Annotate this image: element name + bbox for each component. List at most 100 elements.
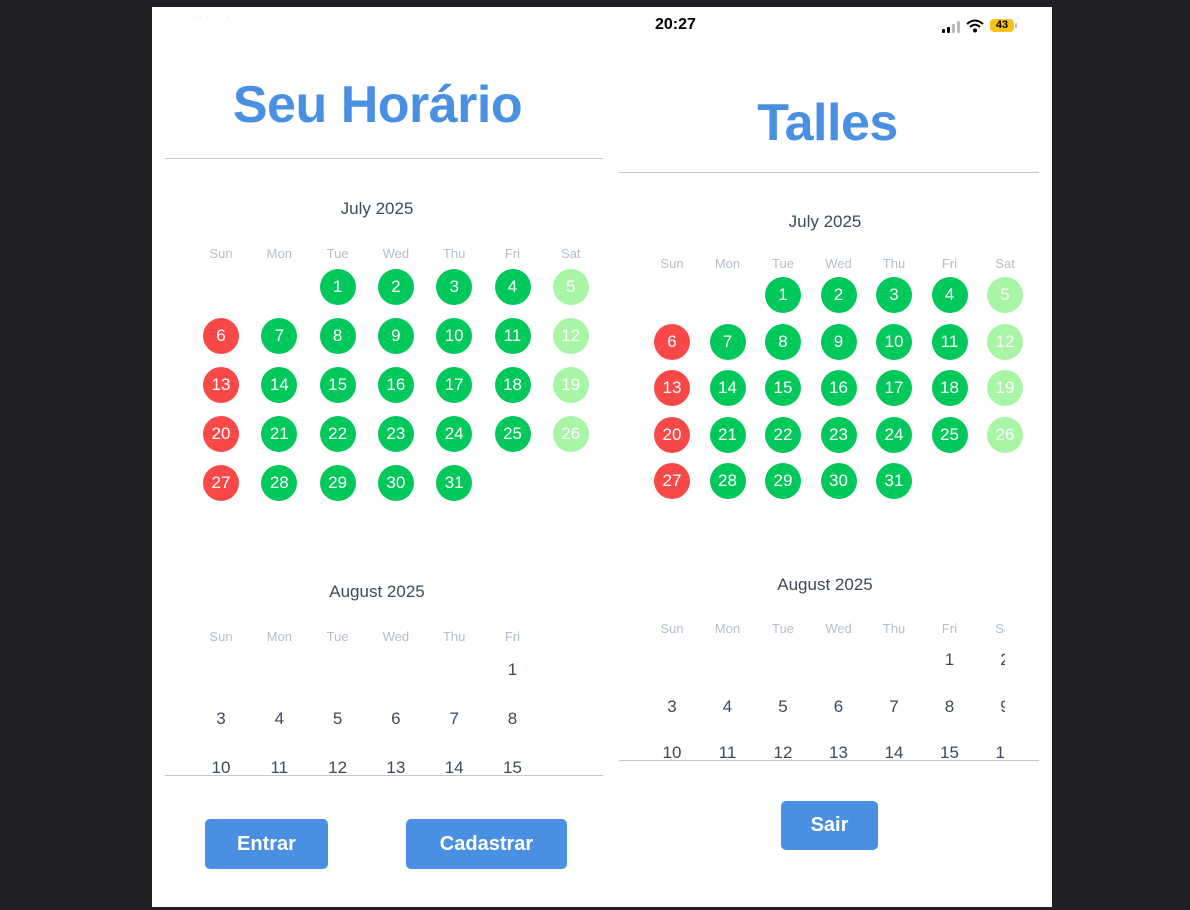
day-10[interactable]: 10 [876,323,912,360]
day-29[interactable]: 29 [765,463,801,500]
register-button[interactable]: Cadastrar [406,819,567,869]
day-4[interactable]: 4 [710,689,746,725]
day-1[interactable]: 1 [932,642,968,678]
day-17[interactable]: 17 [876,370,912,407]
day-27[interactable]: 27 [203,465,239,501]
day-2[interactable]: 2 [820,277,857,313]
day-9[interactable]: 9 [553,701,562,737]
day-28[interactable]: 28 [709,463,746,500]
day-3[interactable]: 3 [436,269,473,305]
day-9[interactable]: 9 [987,689,1005,725]
day-7[interactable]: 7 [261,318,298,354]
day-15[interactable]: 15 [765,370,801,407]
day-5[interactable]: 5 [320,701,356,737]
day-14[interactable]: 14 [876,735,912,760]
day-30[interactable]: 30 [820,463,857,500]
day-12[interactable]: 12 [987,323,1023,360]
day-8[interactable]: 8 [932,689,968,725]
day-16[interactable]: 16 [553,750,562,774]
weekday-label: Sun [660,256,684,271]
day-11[interactable]: 11 [261,750,297,774]
day-11[interactable]: 11 [494,318,531,354]
day-16[interactable]: 16 [377,367,414,403]
day-30[interactable]: 30 [377,465,414,501]
day-4[interactable]: 4 [261,701,297,737]
day-12[interactable]: 12 [765,735,801,760]
day-22[interactable]: 22 [319,416,356,452]
day-4[interactable]: 4 [494,269,531,305]
day-23[interactable]: 23 [820,416,857,453]
day-1[interactable]: 1 [319,269,356,305]
day-21[interactable]: 21 [261,416,298,452]
day-4[interactable]: 4 [931,277,968,313]
day-15[interactable]: 15 [932,735,968,760]
day-9[interactable]: 9 [377,318,414,354]
day-25[interactable]: 25 [494,416,531,452]
day-18[interactable]: 18 [931,370,968,407]
day-15[interactable]: 15 [495,750,531,774]
day-19[interactable]: 19 [987,370,1023,407]
day-5[interactable]: 5 [765,689,801,725]
day-3[interactable]: 3 [876,277,912,313]
day-2[interactable]: 2 [987,642,1005,678]
day-21[interactable]: 21 [709,416,746,453]
day-31[interactable]: 31 [436,465,473,501]
day-14[interactable]: 14 [261,367,298,403]
day-12[interactable]: 12 [320,750,356,774]
day-3[interactable]: 3 [203,701,239,737]
day-5[interactable]: 5 [552,269,589,305]
day-16[interactable]: 16 [820,370,857,407]
day-13[interactable]: 13 [203,367,239,403]
day-7[interactable]: 7 [709,323,746,360]
weekday-label: Wed [382,629,410,644]
day-11[interactable]: 11 [931,323,968,360]
day-19[interactable]: 19 [552,367,589,403]
day-14[interactable]: 14 [709,370,746,407]
day-6[interactable]: 6 [203,318,239,354]
day-8[interactable]: 8 [765,323,801,360]
day-2[interactable]: 2 [377,269,414,305]
day-20[interactable]: 20 [654,416,690,453]
day-1[interactable]: 1 [765,277,801,313]
day-22[interactable]: 22 [765,416,801,453]
header-divider [619,172,1039,173]
day-14[interactable]: 14 [436,750,472,774]
day-10[interactable]: 10 [436,318,473,354]
login-button[interactable]: Entrar [205,819,328,869]
day-11[interactable]: 11 [710,735,746,760]
day-31[interactable]: 31 [876,463,912,500]
day-26[interactable]: 26 [987,416,1023,453]
day-8[interactable]: 8 [495,701,531,737]
day-7[interactable]: 7 [876,689,912,725]
day-10[interactable]: 10 [203,750,239,774]
day-6[interactable]: 6 [654,323,690,360]
day-13[interactable]: 13 [821,735,857,760]
day-25[interactable]: 25 [931,416,968,453]
day-7[interactable]: 7 [436,701,472,737]
day-27[interactable]: 27 [654,463,690,500]
day-3[interactable]: 3 [654,689,690,725]
day-20[interactable]: 20 [203,416,239,452]
day-28[interactable]: 28 [261,465,298,501]
day-18[interactable]: 18 [494,367,531,403]
day-10[interactable]: 10 [654,735,690,760]
day-5[interactable]: 5 [987,277,1023,313]
day-2[interactable]: 2 [553,652,562,688]
day-9[interactable]: 9 [820,323,857,360]
day-13[interactable]: 13 [378,750,414,774]
day-12[interactable]: 12 [552,318,589,354]
day-17[interactable]: 17 [436,367,473,403]
day-24[interactable]: 24 [876,416,912,453]
logout-button[interactable]: Sair [781,801,878,850]
day-24[interactable]: 24 [436,416,473,452]
day-26[interactable]: 26 [552,416,589,452]
day-6[interactable]: 6 [821,689,857,725]
day-16[interactable]: 16 [987,735,1005,760]
day-29[interactable]: 29 [319,465,356,501]
day-6[interactable]: 6 [378,701,414,737]
day-15[interactable]: 15 [319,367,356,403]
day-13[interactable]: 13 [654,370,690,407]
day-8[interactable]: 8 [319,318,356,354]
day-23[interactable]: 23 [377,416,414,452]
day-1[interactable]: 1 [495,652,531,688]
